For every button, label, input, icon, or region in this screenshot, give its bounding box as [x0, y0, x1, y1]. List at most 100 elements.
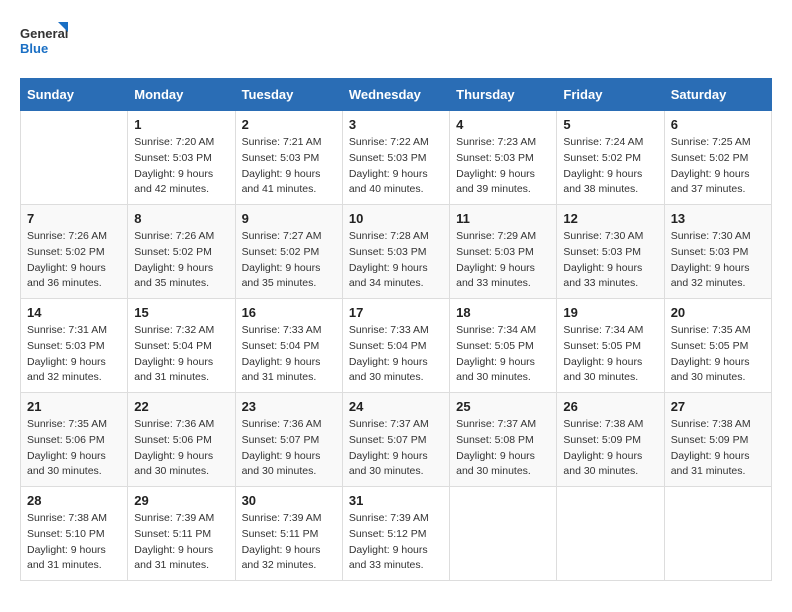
weekday-header: Tuesday	[235, 79, 342, 111]
day-info: Sunrise: 7:38 AM Sunset: 5:09 PM Dayligh…	[671, 417, 765, 480]
sunrise-text: Sunrise: 7:25 AM	[671, 136, 751, 148]
day-info: Sunrise: 7:26 AM Sunset: 5:02 PM Dayligh…	[27, 229, 121, 292]
day-number: 17	[349, 305, 443, 320]
day-number: 13	[671, 211, 765, 226]
day-number: 12	[563, 211, 657, 226]
day-info: Sunrise: 7:21 AM Sunset: 5:03 PM Dayligh…	[242, 135, 336, 198]
sunset-text: Sunset: 5:02 PM	[27, 246, 105, 258]
day-number: 23	[242, 399, 336, 414]
sunset-text: Sunset: 5:03 PM	[27, 340, 105, 352]
day-number: 21	[27, 399, 121, 414]
day-info: Sunrise: 7:38 AM Sunset: 5:10 PM Dayligh…	[27, 511, 121, 574]
sunset-text: Sunset: 5:12 PM	[349, 528, 427, 540]
daylight-text: Daylight: 9 hours and 32 minutes.	[242, 544, 321, 572]
sunset-text: Sunset: 5:05 PM	[671, 340, 749, 352]
calendar-cell: 31 Sunrise: 7:39 AM Sunset: 5:12 PM Dayl…	[342, 487, 449, 581]
day-info: Sunrise: 7:32 AM Sunset: 5:04 PM Dayligh…	[134, 323, 228, 386]
daylight-text: Daylight: 9 hours and 31 minutes.	[671, 450, 750, 478]
day-number: 7	[27, 211, 121, 226]
sunrise-text: Sunrise: 7:21 AM	[242, 136, 322, 148]
sunrise-text: Sunrise: 7:29 AM	[456, 230, 536, 242]
daylight-text: Daylight: 9 hours and 32 minutes.	[27, 356, 106, 384]
sunset-text: Sunset: 5:02 PM	[563, 152, 641, 164]
sunset-text: Sunset: 5:07 PM	[242, 434, 320, 446]
day-number: 15	[134, 305, 228, 320]
day-number: 1	[134, 117, 228, 132]
sunrise-text: Sunrise: 7:24 AM	[563, 136, 643, 148]
daylight-text: Daylight: 9 hours and 31 minutes.	[242, 356, 321, 384]
calendar-cell: 11 Sunrise: 7:29 AM Sunset: 5:03 PM Dayl…	[450, 205, 557, 299]
sunrise-text: Sunrise: 7:28 AM	[349, 230, 429, 242]
daylight-text: Daylight: 9 hours and 30 minutes.	[349, 356, 428, 384]
daylight-text: Daylight: 9 hours and 30 minutes.	[456, 450, 535, 478]
calendar-cell: 18 Sunrise: 7:34 AM Sunset: 5:05 PM Dayl…	[450, 299, 557, 393]
sunset-text: Sunset: 5:02 PM	[134, 246, 212, 258]
weekday-header: Saturday	[664, 79, 771, 111]
sunrise-text: Sunrise: 7:38 AM	[671, 418, 751, 430]
sunset-text: Sunset: 5:02 PM	[671, 152, 749, 164]
sunset-text: Sunset: 5:04 PM	[349, 340, 427, 352]
calendar-cell: 9 Sunrise: 7:27 AM Sunset: 5:02 PM Dayli…	[235, 205, 342, 299]
daylight-text: Daylight: 9 hours and 31 minutes.	[27, 544, 106, 572]
day-number: 8	[134, 211, 228, 226]
day-info: Sunrise: 7:34 AM Sunset: 5:05 PM Dayligh…	[563, 323, 657, 386]
calendar-header-row: SundayMondayTuesdayWednesdayThursdayFrid…	[21, 79, 772, 111]
logo: General Blue	[20, 20, 70, 68]
daylight-text: Daylight: 9 hours and 35 minutes.	[134, 262, 213, 290]
daylight-text: Daylight: 9 hours and 33 minutes.	[456, 262, 535, 290]
sunrise-text: Sunrise: 7:26 AM	[27, 230, 107, 242]
calendar-week-row: 21 Sunrise: 7:35 AM Sunset: 5:06 PM Dayl…	[21, 393, 772, 487]
day-info: Sunrise: 7:28 AM Sunset: 5:03 PM Dayligh…	[349, 229, 443, 292]
day-number: 24	[349, 399, 443, 414]
calendar-cell: 4 Sunrise: 7:23 AM Sunset: 5:03 PM Dayli…	[450, 111, 557, 205]
daylight-text: Daylight: 9 hours and 30 minutes.	[671, 356, 750, 384]
calendar-table: SundayMondayTuesdayWednesdayThursdayFrid…	[20, 78, 772, 581]
sunset-text: Sunset: 5:03 PM	[563, 246, 641, 258]
calendar-cell: 25 Sunrise: 7:37 AM Sunset: 5:08 PM Dayl…	[450, 393, 557, 487]
calendar-cell: 5 Sunrise: 7:24 AM Sunset: 5:02 PM Dayli…	[557, 111, 664, 205]
day-number: 16	[242, 305, 336, 320]
weekday-header: Sunday	[21, 79, 128, 111]
day-info: Sunrise: 7:24 AM Sunset: 5:02 PM Dayligh…	[563, 135, 657, 198]
day-info: Sunrise: 7:35 AM Sunset: 5:05 PM Dayligh…	[671, 323, 765, 386]
daylight-text: Daylight: 9 hours and 36 minutes.	[27, 262, 106, 290]
calendar-cell: 28 Sunrise: 7:38 AM Sunset: 5:10 PM Dayl…	[21, 487, 128, 581]
sunrise-text: Sunrise: 7:31 AM	[27, 324, 107, 336]
calendar-week-row: 1 Sunrise: 7:20 AM Sunset: 5:03 PM Dayli…	[21, 111, 772, 205]
sunrise-text: Sunrise: 7:35 AM	[27, 418, 107, 430]
day-info: Sunrise: 7:30 AM Sunset: 5:03 PM Dayligh…	[671, 229, 765, 292]
calendar-cell	[664, 487, 771, 581]
sunrise-text: Sunrise: 7:32 AM	[134, 324, 214, 336]
sunrise-text: Sunrise: 7:20 AM	[134, 136, 214, 148]
day-number: 27	[671, 399, 765, 414]
calendar-cell: 12 Sunrise: 7:30 AM Sunset: 5:03 PM Dayl…	[557, 205, 664, 299]
sunset-text: Sunset: 5:03 PM	[349, 152, 427, 164]
daylight-text: Daylight: 9 hours and 41 minutes.	[242, 168, 321, 196]
calendar-cell: 2 Sunrise: 7:21 AM Sunset: 5:03 PM Dayli…	[235, 111, 342, 205]
daylight-text: Daylight: 9 hours and 30 minutes.	[134, 450, 213, 478]
calendar-cell: 30 Sunrise: 7:39 AM Sunset: 5:11 PM Dayl…	[235, 487, 342, 581]
day-info: Sunrise: 7:31 AM Sunset: 5:03 PM Dayligh…	[27, 323, 121, 386]
day-number: 28	[27, 493, 121, 508]
day-number: 26	[563, 399, 657, 414]
weekday-header: Wednesday	[342, 79, 449, 111]
sunrise-text: Sunrise: 7:38 AM	[27, 512, 107, 524]
daylight-text: Daylight: 9 hours and 30 minutes.	[27, 450, 106, 478]
sunrise-text: Sunrise: 7:38 AM	[563, 418, 643, 430]
calendar-cell: 20 Sunrise: 7:35 AM Sunset: 5:05 PM Dayl…	[664, 299, 771, 393]
calendar-cell: 8 Sunrise: 7:26 AM Sunset: 5:02 PM Dayli…	[128, 205, 235, 299]
calendar-cell: 17 Sunrise: 7:33 AM Sunset: 5:04 PM Dayl…	[342, 299, 449, 393]
weekday-header: Thursday	[450, 79, 557, 111]
sunset-text: Sunset: 5:06 PM	[134, 434, 212, 446]
sunrise-text: Sunrise: 7:30 AM	[671, 230, 751, 242]
day-info: Sunrise: 7:33 AM Sunset: 5:04 PM Dayligh…	[242, 323, 336, 386]
calendar-week-row: 14 Sunrise: 7:31 AM Sunset: 5:03 PM Dayl…	[21, 299, 772, 393]
calendar-cell	[557, 487, 664, 581]
sunset-text: Sunset: 5:03 PM	[134, 152, 212, 164]
daylight-text: Daylight: 9 hours and 37 minutes.	[671, 168, 750, 196]
day-number: 2	[242, 117, 336, 132]
daylight-text: Daylight: 9 hours and 34 minutes.	[349, 262, 428, 290]
day-info: Sunrise: 7:27 AM Sunset: 5:02 PM Dayligh…	[242, 229, 336, 292]
daylight-text: Daylight: 9 hours and 33 minutes.	[563, 262, 642, 290]
daylight-text: Daylight: 9 hours and 32 minutes.	[671, 262, 750, 290]
